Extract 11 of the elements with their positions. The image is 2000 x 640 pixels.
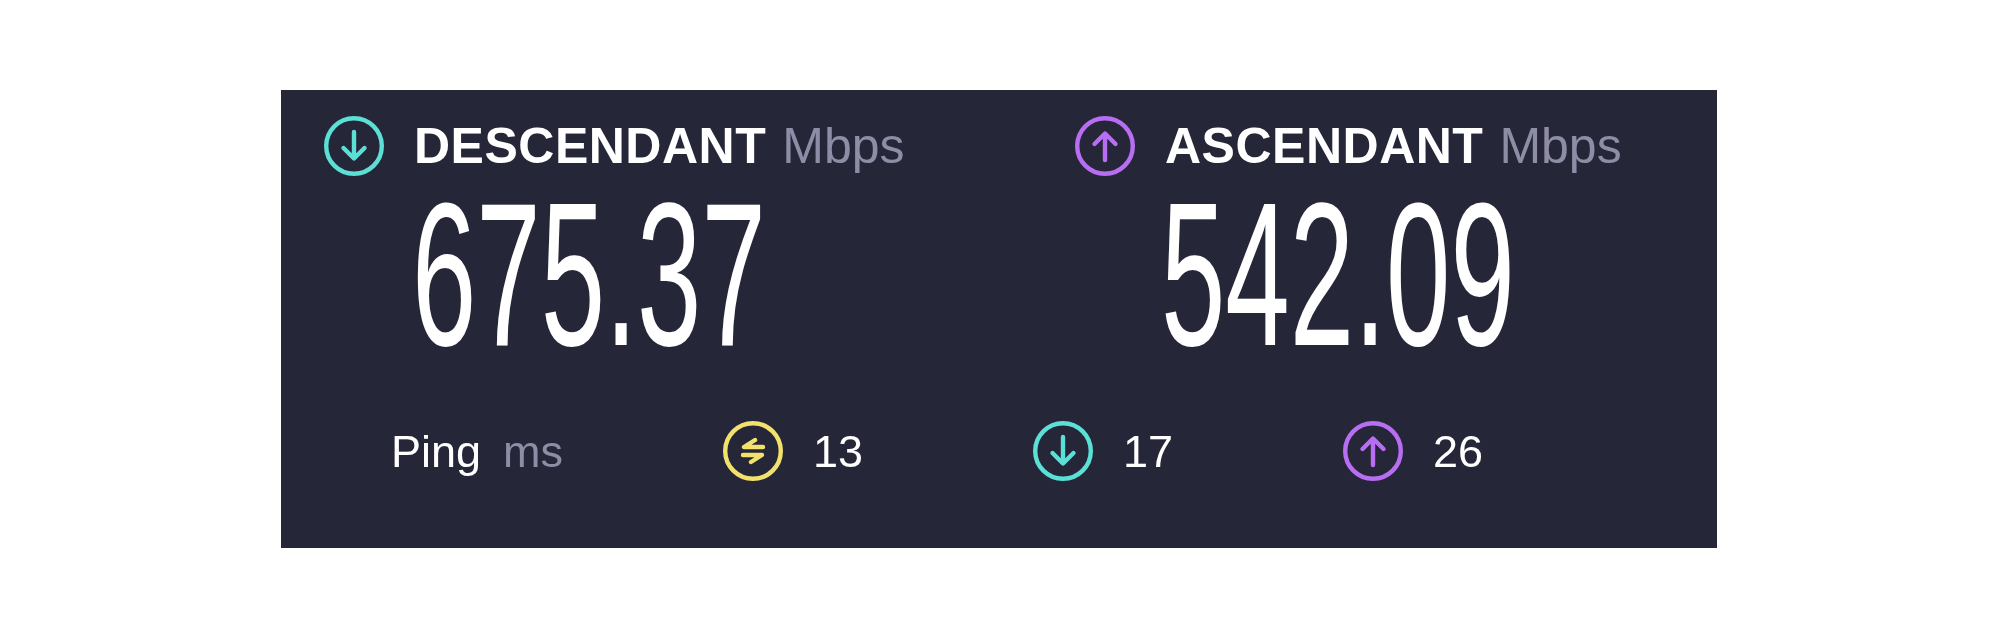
ping-value: 13 [813, 428, 864, 474]
speed-label: DESCENDANT [414, 121, 767, 171]
ping-value: 26 [1433, 428, 1484, 474]
ping-value: 17 [1123, 428, 1174, 474]
speed-value: 542.09 [1161, 194, 1515, 354]
ping-label: Ping [391, 428, 482, 474]
unit-label: Mbps [782, 121, 905, 171]
unit-label: Mbps [1499, 121, 1622, 171]
speed-label: ASCENDANT [1165, 121, 1484, 171]
speed-value: 675.37 [412, 194, 766, 354]
unit-label: ms [503, 428, 564, 474]
